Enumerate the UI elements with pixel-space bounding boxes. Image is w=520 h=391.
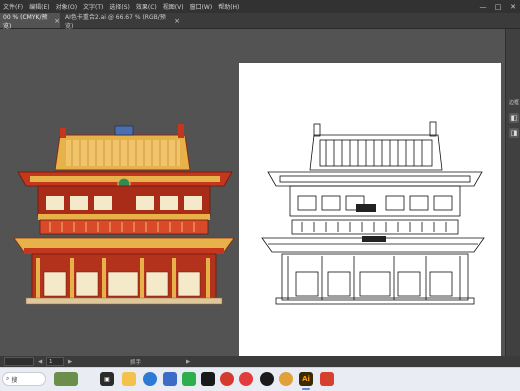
taskbar: ⌕ 搜 ▣ Ai — [0, 367, 520, 391]
qq-icon[interactable] — [260, 372, 274, 386]
artboard-number-field[interactable]: 1 — [46, 357, 64, 366]
edge-browser-icon[interactable] — [143, 372, 157, 386]
capcut-icon[interactable] — [201, 372, 215, 386]
task-view-icon[interactable]: ▣ — [100, 372, 114, 386]
status-bar: ◀ 1 ▶ 抓手 ▶ — [0, 356, 520, 367]
wps-icon[interactable] — [320, 372, 334, 386]
taskbar-search[interactable]: ⌕ 搜 — [2, 372, 46, 386]
panel-button-2[interactable]: ◨ — [509, 128, 519, 138]
nav-prev-icon[interactable]: ◀ — [38, 357, 42, 366]
outline-building-artwork[interactable] — [0, 0, 520, 390]
status-arrow-icon[interactable]: ▶ — [186, 357, 190, 366]
panel-label: 边框 — [509, 100, 520, 106]
netease-music-icon[interactable] — [220, 372, 234, 386]
search-icon: ⌕ — [6, 375, 10, 382]
store-icon[interactable] — [163, 372, 177, 386]
current-tool-label: 抓手 — [130, 359, 142, 366]
game-icon[interactable] — [279, 372, 293, 386]
illustrator-icon[interactable]: Ai — [299, 372, 313, 386]
file-explorer-icon[interactable] — [122, 372, 136, 386]
app-icon[interactable] — [239, 372, 253, 386]
panel-button-1[interactable]: ◧ — [509, 113, 519, 123]
zoom-field[interactable] — [4, 357, 34, 366]
widget-icon[interactable] — [54, 372, 78, 386]
right-panel: 边框 ◧ ◨ — [505, 29, 520, 356]
nav-next-icon[interactable]: ▶ — [68, 357, 72, 366]
search-text: 搜 — [11, 376, 18, 384]
wechat-icon[interactable] — [182, 372, 196, 386]
